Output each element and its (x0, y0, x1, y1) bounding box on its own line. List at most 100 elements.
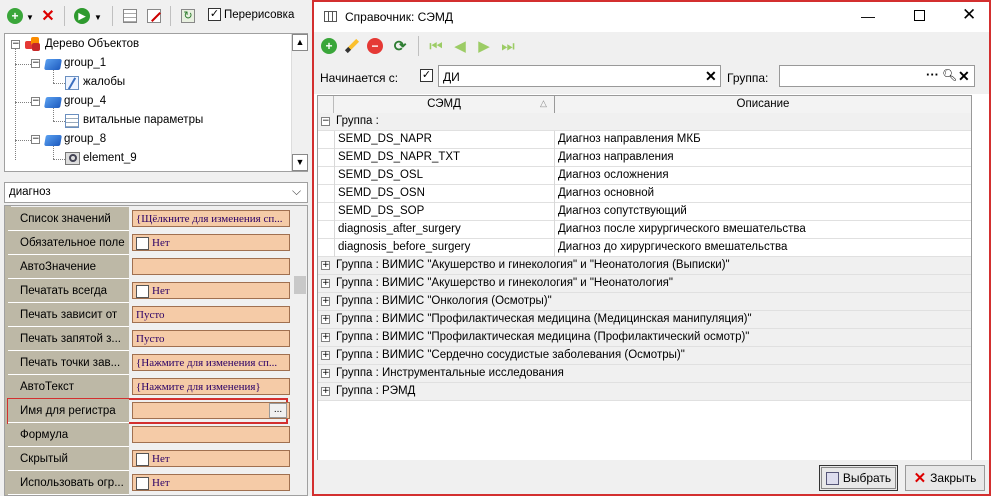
grid-icon[interactable] (120, 6, 140, 26)
property-row[interactable]: Печать точки зав... {Нажмите для изменен… (8, 351, 290, 375)
delete-record-icon[interactable]: − (365, 36, 385, 56)
expand-icon[interactable]: + (321, 297, 330, 306)
tree-item-group-1[interactable]: group_1 (64, 57, 106, 69)
column-header-semd[interactable]: СЭМД △ (334, 96, 555, 113)
table-row[interactable]: diagnosis_after_surgery Диагноз после хи… (318, 221, 971, 239)
property-row[interactable]: Обязательное поле Нет (8, 231, 290, 255)
close-button[interactable]: ✕ Закрыть (905, 465, 985, 491)
property-value[interactable] (132, 402, 290, 419)
select-button[interactable]: Выбрать (819, 465, 898, 491)
group-row[interactable]: + Группа : РЭМД (318, 383, 971, 401)
group-row[interactable]: + Группа : ВИМИС "Акушерство и гинекологи… (318, 275, 971, 293)
tree-item-element-9[interactable]: element_9 (83, 152, 137, 164)
collapse-icon[interactable]: − (31, 135, 40, 144)
expand-icon[interactable]: + (321, 279, 330, 288)
tree-root-label[interactable]: Дерево Объектов (45, 38, 139, 50)
clear-group-icon[interactable]: ✕ (958, 68, 970, 85)
property-value[interactable]: {Щёлкните для изменения сп... (132, 210, 290, 227)
collapse-icon[interactable]: − (11, 40, 20, 49)
property-row[interactable]: Скрытый Нет (8, 447, 290, 471)
property-value-checkbox[interactable]: Нет (132, 474, 290, 491)
add-record-icon[interactable]: + (319, 36, 339, 56)
property-row[interactable]: Список значений {Щёлкните для изменения … (8, 207, 290, 231)
group-row[interactable]: + Группа : Инструментальные исследования (318, 365, 971, 383)
scroll-up-icon[interactable]: ▲ (292, 34, 308, 51)
expand-icon[interactable]: + (321, 333, 330, 342)
tree-item-complaints[interactable]: жалобы (83, 76, 125, 88)
group-row[interactable]: + Группа : ВИМИС "Профилактическая медици… (318, 311, 971, 329)
property-value[interactable] (132, 258, 290, 275)
group-row[interactable]: + Группа : ВИМИС "Онкология (Осмотры)" (318, 293, 971, 311)
property-value[interactable]: Пусто (132, 330, 290, 347)
expand-icon[interactable]: + (321, 369, 330, 378)
object-tree[interactable]: − Дерево Объектов − group_1 жалобы − gro… (4, 33, 308, 172)
refresh-records-icon[interactable]: ⟳ (390, 36, 410, 56)
tree-item-group-8[interactable]: group_8 (64, 133, 106, 145)
group-row[interactable]: + Группа : ВИМИС "Профилактическая медици… (318, 329, 971, 347)
table-row[interactable]: SEMD_DS_NAPR_TXT Диагноз направления (318, 149, 971, 167)
property-row[interactable]: Печать зависит от Пусто (8, 303, 290, 327)
expand-icon[interactable]: + (321, 387, 330, 396)
property-row[interactable]: АвтоЗначение (8, 255, 290, 279)
collapse-icon[interactable]: − (31, 59, 40, 68)
edit-pencil-icon[interactable] (342, 36, 362, 56)
property-row[interactable]: Формула (8, 423, 290, 447)
filter-input[interactable]: ДИ ✕ (438, 65, 721, 87)
prev-record-icon[interactable]: ◀ (450, 36, 470, 56)
table-row[interactable]: diagnosis_before_surgery Диагноз до хиру… (318, 239, 971, 257)
last-record-icon[interactable]: ⏭ (498, 36, 518, 56)
property-row[interactable]: Печатать всегда Нет (8, 279, 290, 303)
property-value[interactable] (132, 426, 290, 443)
clear-filter-icon[interactable]: ✕ (705, 68, 717, 85)
property-row[interactable]: Использовать огр... Нет (8, 471, 290, 495)
next-record-icon[interactable]: ▶ (474, 36, 494, 56)
expand-icon[interactable]: + (321, 315, 330, 324)
element-combo[interactable]: диагноз ⌵ (4, 182, 308, 203)
minimize-button[interactable]: — (861, 8, 875, 24)
checkbox[interactable] (136, 237, 149, 250)
table-row[interactable]: SEMD_DS_OSN Диагноз основной (318, 185, 971, 203)
expand-icon[interactable]: + (321, 261, 330, 270)
first-record-icon[interactable]: ⏮ (426, 36, 446, 56)
checkbox[interactable] (136, 285, 149, 298)
table-row[interactable]: SEMD_DS_NAPR Диагноз направления МКБ (318, 131, 971, 149)
filter-checkbox[interactable]: ✓ (420, 69, 433, 82)
collapse-icon[interactable]: − (321, 117, 330, 126)
column-header-description[interactable]: Описание (555, 96, 971, 113)
checkbox[interactable] (136, 453, 149, 466)
refresh-icon[interactable]: ↻ (178, 6, 198, 26)
tree-scrollbar[interactable]: ▲ ▼ (291, 34, 308, 171)
close-window-button[interactable]: ✕ (962, 5, 976, 25)
group-row[interactable]: + Группа : ВИМИС "Сердечно сосудистые заб… (318, 347, 971, 365)
tree-item-vital-params[interactable]: витальные параметры (83, 114, 203, 126)
run-icon[interactable]: ▶ (72, 6, 92, 26)
property-value[interactable]: {Нажмите для изменения сп... (132, 354, 290, 371)
property-row[interactable]: АвтоТекст {Нажмите для изменения} (8, 375, 290, 399)
run-dropdown-icon[interactable]: ▼ (94, 13, 102, 22)
collapse-icon[interactable]: − (31, 97, 40, 106)
tree-item-group-4[interactable]: group_4 (64, 95, 106, 107)
property-value[interactable]: {Нажмите для изменения} (132, 378, 290, 395)
group-row-expanded[interactable]: − Группа : (318, 113, 971, 131)
add-dropdown-icon[interactable]: ▼ (26, 13, 34, 22)
property-row[interactable]: Печать запятой з... Пусто (8, 327, 290, 351)
property-value-checkbox[interactable]: Нет (132, 234, 290, 251)
checkbox[interactable] (136, 477, 149, 490)
table-row[interactable]: SEMD_DS_SOP Диагноз сопутствующий (318, 203, 971, 221)
group-row[interactable]: + Группа : ВИМИС "Акушерство и гинекологи… (318, 257, 971, 275)
property-row-selected[interactable]: Имя для регистра ... (7, 398, 290, 424)
scroll-down-icon[interactable]: ▼ (292, 154, 308, 171)
search-icon[interactable]: 🔍︎ (942, 68, 957, 82)
edit-form-icon[interactable] (144, 6, 164, 26)
ellipsis-button[interactable]: ... (269, 403, 287, 418)
add-icon[interactable]: + (5, 6, 25, 26)
property-value-checkbox[interactable]: Нет (132, 450, 290, 467)
property-value[interactable]: Пусто (132, 306, 290, 323)
table-row[interactable]: SEMD_DS_OSL Диагноз осложнения (318, 167, 971, 185)
maximize-button[interactable] (914, 10, 925, 21)
delete-icon[interactable]: ✕ (38, 6, 58, 26)
property-value-checkbox[interactable]: Нет (132, 282, 290, 299)
expand-icon[interactable]: + (321, 351, 330, 360)
group-input[interactable]: ··· 🔍︎ ✕ (779, 65, 975, 87)
ellipsis-icon[interactable]: ··· (926, 67, 939, 82)
